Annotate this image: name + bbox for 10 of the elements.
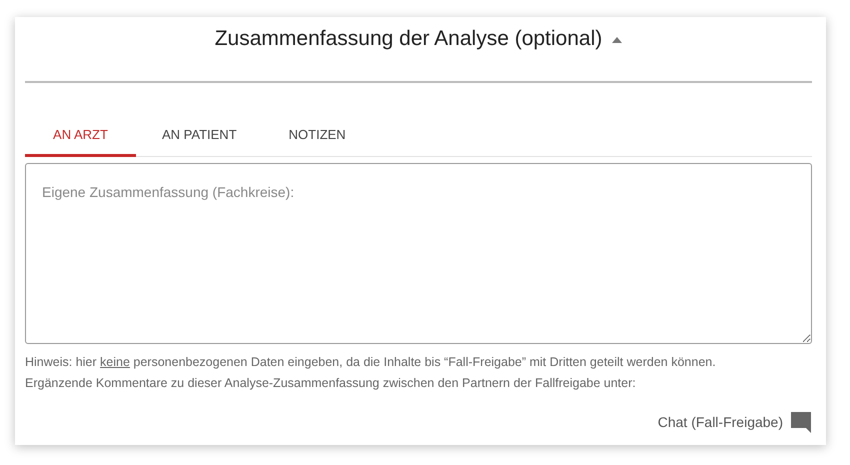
chat-icon <box>790 411 812 433</box>
section-title: Zusammenfassung der Analyse (optional) <box>214 26 602 51</box>
caret-icon[interactable] <box>612 37 622 43</box>
hint-text: Hinweis: hier keine personenbezogenen Daten eingeben, da die Inhalte bis “Fall-Freigabe” mit Dritten geteilt werden können. <box>25 354 717 371</box>
tab[interactable]: NOTIZEN <box>262 114 372 157</box>
tab[interactable]: AN PATIENT <box>136 114 263 157</box>
input-field[interactable]: Eigene Zusammenfassung (Fachkreise): <box>25 163 812 344</box>
chat-link[interactable]: Chat (Fall-Freigabe) <box>658 411 812 433</box>
comment-note: Ergänzende Kommentare zu dieser Analyse-Zusammenfassung zwischen den Partnern der Fallfreigabe unter: <box>25 375 637 392</box>
tab[interactable]: AN ARZT <box>25 114 136 157</box>
